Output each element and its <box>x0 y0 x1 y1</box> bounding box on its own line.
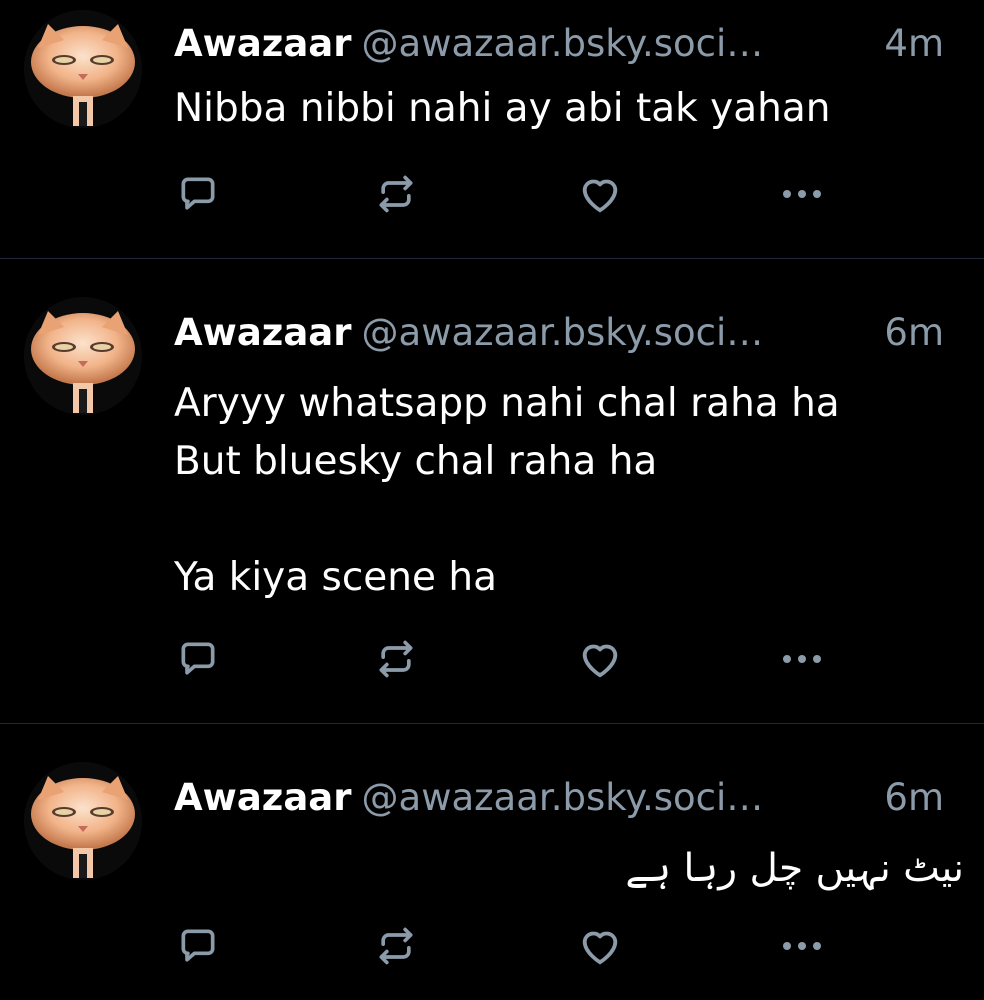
post-text: Aryyy whatsapp nahi chal raha ha But blu… <box>174 375 954 607</box>
post-header: Awazaar @awazaar.bsky.soci… 6m <box>174 307 964 359</box>
post-text: نیٹ نہیں چل رہا ہے <box>174 840 964 898</box>
author-name[interactable]: Awazaar <box>174 311 352 354</box>
repost-icon <box>379 175 413 213</box>
repost-button[interactable] <box>372 922 420 970</box>
post-text-line <box>174 491 954 549</box>
post-header: Awazaar @awazaar.bsky.soci… 6m <box>174 772 964 824</box>
post-header: Awazaar @awazaar.bsky.soci… 4m <box>174 18 964 70</box>
reply-bubble-icon <box>181 642 215 675</box>
reply-bubble-icon <box>181 929 215 962</box>
post-item[interactable]: Awazaar @awazaar.bsky.soci… 4m Nibba nibb… <box>0 0 984 259</box>
author-name[interactable]: Awazaar <box>174 776 352 819</box>
reply-button[interactable] <box>174 635 222 683</box>
post-feed: Awazaar @awazaar.bsky.soci… 4m Nibba nibb… <box>0 0 984 1000</box>
more-options-button[interactable] <box>778 922 826 970</box>
post-text-line: نیٹ نہیں چل رہا ہے <box>625 846 964 891</box>
avatar[interactable] <box>24 762 142 880</box>
post-timestamp[interactable]: 6m <box>880 772 944 824</box>
like-button[interactable] <box>576 170 624 218</box>
post-actions <box>174 635 834 683</box>
post-text-line: Nibba nibbi nahi ay abi tak yahan <box>174 86 831 131</box>
more-dots-icon <box>783 942 821 950</box>
post-timestamp[interactable]: 6m <box>880 307 944 359</box>
author-handle[interactable]: @awazaar.bsky.soci… <box>362 22 764 65</box>
avatar[interactable] <box>24 297 142 415</box>
post-text-line: But bluesky chal raha ha <box>174 439 658 484</box>
author-handle[interactable]: @awazaar.bsky.soci… <box>362 776 764 819</box>
post-timestamp[interactable]: 4m <box>880 18 944 70</box>
post-actions <box>174 170 834 218</box>
heart-icon <box>582 179 618 213</box>
post-text-line: Ya kiya scene ha <box>174 555 498 600</box>
like-button[interactable] <box>576 922 624 970</box>
post-text: Nibba nibbi nahi ay abi tak yahan <box>174 80 954 138</box>
cat-avatar-icon <box>24 10 142 128</box>
heart-icon <box>582 644 618 678</box>
reply-button[interactable] <box>174 170 222 218</box>
repost-icon <box>379 640 413 678</box>
repost-button[interactable] <box>372 635 420 683</box>
repost-button[interactable] <box>372 170 420 218</box>
reply-bubble-icon <box>181 177 215 210</box>
post-item[interactable]: Awazaar @awazaar.bsky.soci… 6m Aryyy what… <box>0 259 984 724</box>
post-text-line: Aryyy whatsapp nahi chal raha ha <box>174 381 840 426</box>
author-handle[interactable]: @awazaar.bsky.soci… <box>362 311 764 354</box>
post-item[interactable]: Awazaar @awazaar.bsky.soci… 6m نیٹ نہیں چ… <box>0 724 984 1000</box>
reply-button[interactable] <box>174 922 222 970</box>
like-button[interactable] <box>576 635 624 683</box>
repost-icon <box>379 927 413 965</box>
more-options-button[interactable] <box>778 635 826 683</box>
more-dots-icon <box>783 190 821 198</box>
cat-avatar-icon <box>24 297 142 415</box>
avatar[interactable] <box>24 10 142 128</box>
more-dots-icon <box>783 655 821 663</box>
author-name[interactable]: Awazaar <box>174 22 352 65</box>
cat-avatar-icon <box>24 762 142 880</box>
heart-icon <box>582 931 618 965</box>
more-options-button[interactable] <box>778 170 826 218</box>
post-actions <box>174 922 834 970</box>
